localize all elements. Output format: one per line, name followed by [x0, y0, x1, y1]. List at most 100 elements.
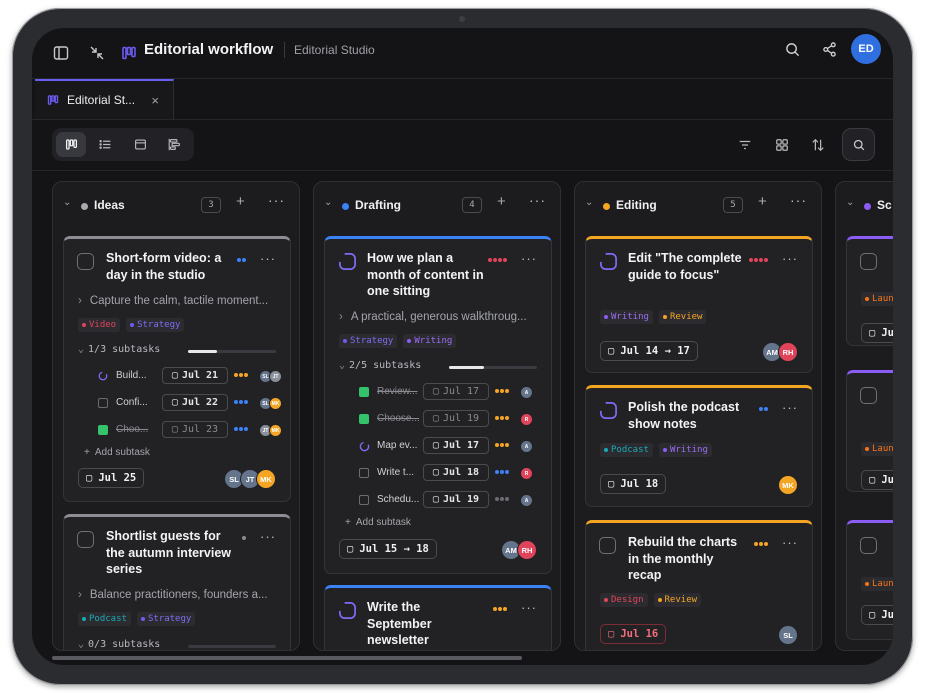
- subtask-date[interactable]: ▢ Jul 17: [423, 383, 489, 400]
- subtask-row[interactable]: Build... ▢ Jul 21 SL JT: [96, 367, 282, 385]
- subtask-date[interactable]: ▢ Jul 23: [162, 421, 228, 438]
- chevron-down-icon[interactable]: ⌄: [324, 197, 332, 208]
- subtask-date[interactable]: ▢ Jul 22: [162, 394, 228, 411]
- tag[interactable]: Strategy: [136, 612, 196, 626]
- subtask-checkbox[interactable]: [359, 495, 369, 505]
- more-icon[interactable]: ···: [521, 600, 537, 615]
- card-checkbox[interactable]: [860, 387, 877, 404]
- due-date[interactable]: ▢ Jul 18: [600, 474, 667, 494]
- subtask-date[interactable]: ▢ Jul 19: [423, 491, 489, 508]
- due-date[interactable]: ▢ Jul 16: [600, 624, 667, 644]
- search-icon[interactable]: [780, 37, 804, 61]
- subtask-date[interactable]: ▢ Jul 19: [423, 410, 489, 427]
- tag[interactable]: Review: [653, 593, 702, 607]
- filter-icon[interactable]: [733, 133, 757, 157]
- subtask-row[interactable]: Confi... ▢ Jul 22 SL MK: [96, 394, 282, 412]
- tag[interactable]: Writing: [403, 334, 457, 348]
- subtasks-header[interactable]: ⌄ 1/3 subtasks: [78, 344, 278, 358]
- more-icon[interactable]: ···: [782, 535, 798, 550]
- chevron-down-icon[interactable]: ⌄: [63, 197, 71, 208]
- subtask-row[interactable]: Write t... ▢ Jul 18 R: [357, 464, 543, 482]
- more-icon[interactable]: ···: [529, 192, 546, 208]
- card-checkbox[interactable]: [599, 537, 616, 554]
- add-subtask-button[interactable]: + Add subtask: [345, 517, 411, 528]
- tag[interactable]: Strategy: [339, 334, 398, 348]
- more-icon[interactable]: ···: [521, 251, 537, 266]
- card-checkbox[interactable]: [77, 531, 94, 548]
- close-tab-icon[interactable]: ×: [151, 93, 159, 108]
- board-search-button[interactable]: [842, 128, 875, 161]
- tag[interactable]: Laun: [861, 442, 893, 456]
- in-progress-icon[interactable]: [599, 252, 618, 271]
- tag[interactable]: Laun: [861, 292, 893, 306]
- share-icon[interactable]: [817, 37, 841, 61]
- tag[interactable]: Writing: [600, 310, 653, 324]
- more-icon[interactable]: ···: [782, 251, 798, 266]
- subtask-checkbox[interactable]: [98, 425, 108, 435]
- in-progress-icon[interactable]: [338, 601, 357, 620]
- card[interactable]: Short-form video: a day in the studio ··…: [63, 236, 291, 502]
- add-card-icon[interactable]: +: [758, 193, 767, 210]
- avatar[interactable]: RH: [778, 342, 798, 362]
- card-checkbox[interactable]: [77, 253, 94, 270]
- subtask-checkbox[interactable]: [359, 387, 369, 397]
- timeline-view-icon[interactable]: [159, 132, 189, 157]
- more-icon[interactable]: ···: [268, 192, 285, 208]
- subtask-checkbox[interactable]: [359, 414, 369, 424]
- tag[interactable]: Podcast: [78, 612, 131, 626]
- card[interactable]: Laun ▢ Ju: [846, 236, 893, 346]
- group-icon[interactable]: [770, 133, 794, 157]
- card[interactable]: How we plan a month of content in one si…: [324, 236, 552, 574]
- subtask-checkbox[interactable]: [98, 398, 108, 408]
- tag[interactable]: Laun: [861, 577, 893, 591]
- add-subtask-button[interactable]: + Add subtask: [84, 447, 150, 458]
- add-card-icon[interactable]: +: [497, 193, 506, 210]
- card[interactable]: Edit "The complete guide to focus" ··· W…: [585, 236, 813, 373]
- card[interactable]: Polish the podcast show notes ··· Podcas…: [585, 385, 813, 507]
- subtasks-header[interactable]: ⌄ 0/3 subtasks: [78, 639, 278, 650]
- tag[interactable]: Writing: [658, 443, 712, 457]
- card[interactable]: Laun ▢ Ju: [846, 370, 893, 492]
- chevron-right-icon[interactable]: ›: [339, 311, 343, 323]
- card[interactable]: Write the September newsletter ···: [324, 585, 552, 650]
- subtask-date[interactable]: ▢ Jul 21: [162, 367, 228, 384]
- card[interactable]: Laun ▢ Ju: [846, 520, 893, 640]
- due-date[interactable]: ▢ Jul 14 → 17: [600, 341, 698, 361]
- avatar[interactable]: MK: [778, 475, 798, 495]
- chevron-down-icon[interactable]: ⌄: [846, 197, 854, 208]
- due-date[interactable]: ▢ Jul 15 → 18: [339, 539, 437, 559]
- subtask-checkbox[interactable]: [359, 468, 369, 478]
- horizontal-scrollbar[interactable]: [52, 656, 522, 660]
- tag[interactable]: Podcast: [600, 443, 653, 457]
- board-view-icon[interactable]: [56, 132, 86, 157]
- collapse-icon[interactable]: [85, 41, 109, 65]
- subtask-row[interactable]: Schedu... ▢ Jul 19 A: [357, 491, 543, 509]
- subtasks-header[interactable]: ⌄ 2/5 subtasks: [339, 360, 539, 374]
- in-progress-icon[interactable]: [338, 252, 357, 271]
- add-card-icon[interactable]: +: [236, 193, 245, 210]
- tag[interactable]: Strategy: [126, 318, 185, 332]
- more-icon[interactable]: ···: [260, 529, 276, 544]
- avatar[interactable]: RH: [517, 540, 537, 560]
- card[interactable]: Rebuild the charts in the monthly recap …: [585, 520, 813, 650]
- tag[interactable]: Video: [78, 318, 121, 332]
- due-date[interactable]: ▢ Jul 25: [78, 468, 145, 488]
- due-date[interactable]: ▢ Ju: [861, 605, 893, 625]
- subtask-row[interactable]: Choo... ▢ Jul 23 JT MK: [96, 421, 282, 439]
- sort-icon[interactable]: [806, 133, 830, 157]
- user-avatar[interactable]: ED: [851, 34, 881, 64]
- subtask-row[interactable]: Choose... ▢ Jul 19 R: [357, 410, 543, 428]
- due-date[interactable]: ▢ Ju: [861, 323, 893, 343]
- tab-editorial-studio[interactable]: Editorial St... ×: [35, 79, 174, 119]
- tag[interactable]: Review: [658, 310, 707, 324]
- avatar[interactable]: SL: [778, 625, 798, 645]
- due-date[interactable]: ▢ Ju: [861, 470, 893, 490]
- card[interactable]: Shortlist guests for the autumn intervie…: [63, 514, 291, 650]
- chevron-down-icon[interactable]: ⌄: [585, 197, 593, 208]
- chevron-right-icon[interactable]: ›: [78, 589, 82, 601]
- calendar-view-icon[interactable]: [125, 132, 155, 157]
- avatar[interactable]: MK: [256, 469, 276, 489]
- chevron-right-icon[interactable]: ›: [78, 295, 82, 307]
- sidebar-toggle-icon[interactable]: [49, 41, 73, 65]
- card-checkbox[interactable]: [860, 253, 877, 270]
